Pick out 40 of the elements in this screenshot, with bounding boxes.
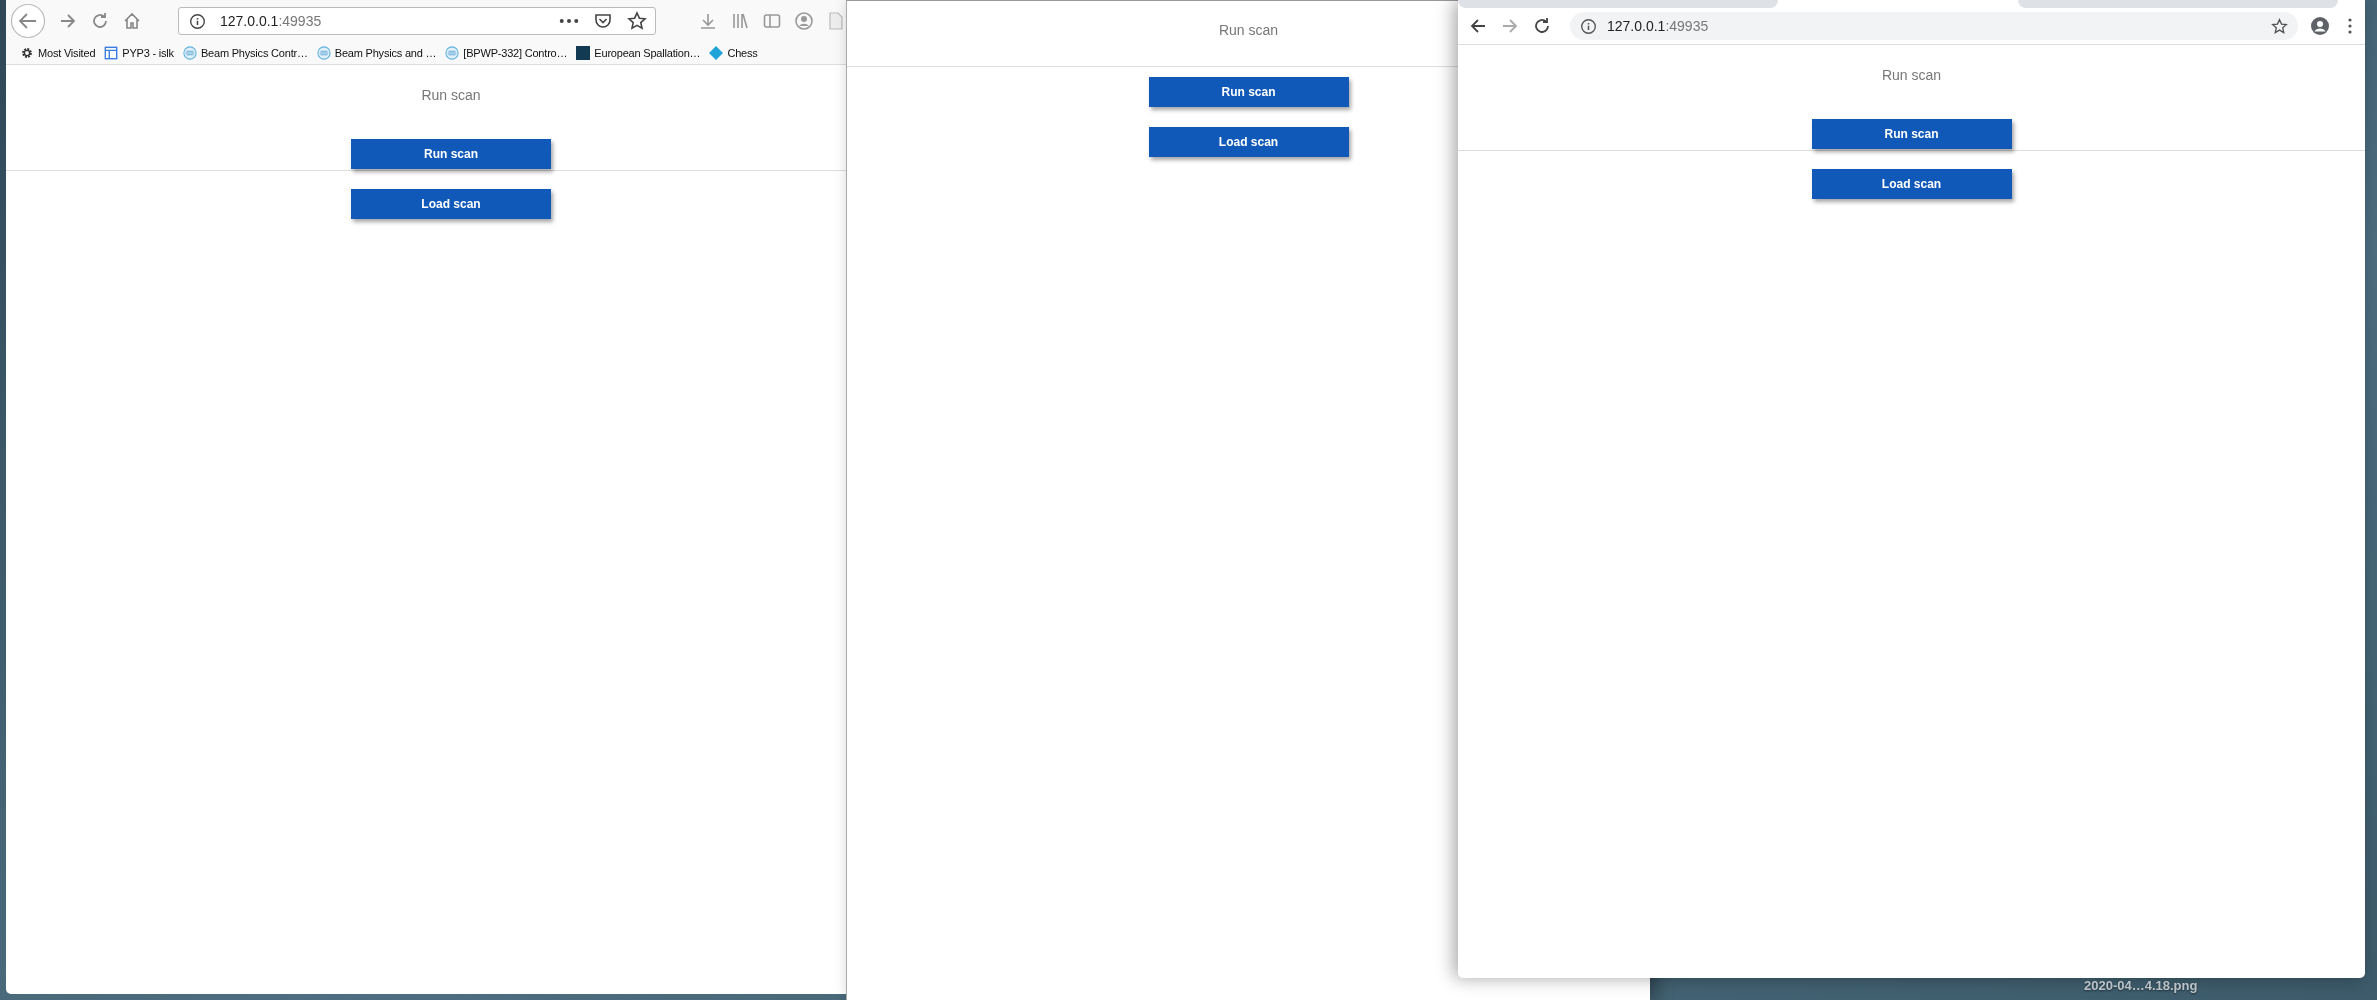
page-title: Run scan [1218,22,1279,38]
action-button[interactable]: Run scan [1811,119,2012,149]
action-button[interactable]: Load scan [1811,169,2012,199]
gear-icon [20,46,34,60]
library-icon[interactable] [730,11,750,31]
star-icon[interactable] [627,11,647,31]
bookmark-link[interactable]: [BPWP-332] Contro… [463,47,568,59]
bookmark-link[interactable]: Most Visited [38,47,96,59]
menu-icon[interactable] [2348,18,2352,34]
pocket-icon[interactable] [593,11,613,31]
bookmark-link[interactable]: PYP3 - islk [122,47,174,59]
bookmark-link[interactable]: European Spallation… [594,47,701,59]
more-icon[interactable] [559,18,579,24]
reload-icon[interactable] [1532,16,1552,36]
sidebar-icon[interactable] [762,11,782,31]
star-icon[interactable] [2271,17,2288,35]
file-label[interactable]: 2020-04…4.18.png [2084,978,2198,993]
account-icon[interactable] [2310,16,2330,36]
action-button[interactable]: Run scan [1148,77,1349,107]
page-title: Run scan [421,87,481,103]
globe-icon [316,46,331,60]
action-button[interactable]: Load scan [351,189,551,219]
square-icon [576,46,591,60]
bookmark-link[interactable]: Chess [727,47,758,59]
action-button[interactable]: Load scan [1148,127,1349,157]
bookmark-link[interactable]: Beam Physics and … [334,47,437,59]
globe-icon [445,46,460,60]
globe-icon [182,46,197,60]
diamond-icon [709,46,724,60]
download-icon[interactable] [698,11,718,31]
info-icon[interactable] [1580,17,1597,35]
url-field[interactable]: 127.0.0.1:49935 [1570,12,2298,40]
account-icon[interactable] [794,11,814,31]
action-button[interactable]: Run scan [351,139,551,169]
home-icon[interactable] [122,11,142,31]
info-icon[interactable] [189,12,206,30]
page-title: Run scan [1881,67,1942,83]
table-icon [104,46,119,60]
url-field[interactable]: 127.0.0.1:49935 [178,7,656,35]
bookmark-link[interactable]: Beam Physics Contr… [200,47,308,59]
